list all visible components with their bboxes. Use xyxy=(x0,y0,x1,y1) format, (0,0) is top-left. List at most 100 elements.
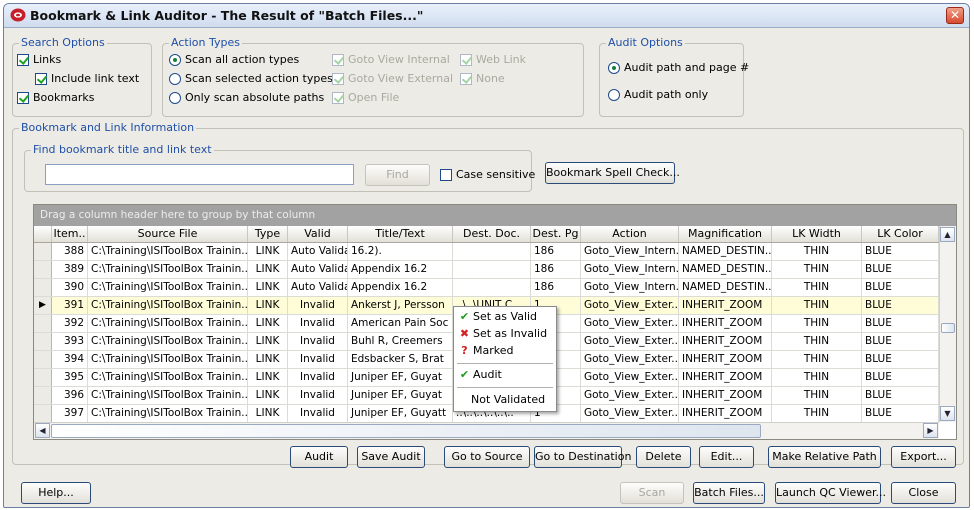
find-button[interactable]: Find xyxy=(365,164,430,186)
column-header[interactable]: Item.. xyxy=(52,226,88,242)
audit-path-only-radio[interactable]: Audit path only xyxy=(608,88,708,101)
help-button[interactable]: Help... xyxy=(21,482,91,504)
cell-action: Goto_View_Exter.. xyxy=(581,297,679,314)
column-header[interactable]: Source File xyxy=(88,226,248,242)
row-indicator-icon xyxy=(34,243,52,260)
cell-title: Appendix 16.2 xyxy=(348,279,453,296)
checkbox-icon xyxy=(440,168,452,181)
row-indicator-icon xyxy=(34,405,52,422)
column-header[interactable]: Type xyxy=(248,226,288,242)
cell-type: LINK xyxy=(248,369,288,386)
column-header[interactable]: Title/Text xyxy=(348,226,453,242)
menu-marked[interactable]: ? Marked xyxy=(458,344,513,357)
menu-not-validated[interactable]: Not Validated xyxy=(471,393,545,406)
goto-view-internal-checkbox[interactable]: Goto View Internal xyxy=(332,53,450,66)
cell-action: Goto_View_Exter.. xyxy=(581,351,679,368)
vertical-scroll-thumb[interactable] xyxy=(941,323,955,333)
bookmarks-checkbox[interactable]: Bookmarks xyxy=(17,91,94,104)
checkmark-icon: ✔ xyxy=(459,368,470,381)
scan-button[interactable]: Scan xyxy=(620,482,684,504)
audit-button[interactable]: Audit xyxy=(290,446,348,468)
close-button[interactable]: Close xyxy=(891,482,956,504)
column-header[interactable]: Dest. Pg xyxy=(531,226,581,242)
cell-mag: INHERIT_ZOOM xyxy=(679,351,772,368)
close-icon[interactable]: ✕ xyxy=(946,7,964,24)
scroll-right-icon[interactable]: ▶ xyxy=(923,423,938,438)
scan-all-radio[interactable]: Scan all action types xyxy=(169,53,299,66)
column-header[interactable]: Action xyxy=(581,226,679,242)
table-row[interactable]: 389 C:\Training\ISIToolBox Trainin.. LINK A… xyxy=(34,261,939,279)
bookmark-link-info-legend: Bookmark and Link Information xyxy=(19,121,197,134)
vertical-scrollbar[interactable]: ▲ ▼ xyxy=(939,226,956,422)
scroll-up-icon[interactable]: ▲ xyxy=(940,227,955,242)
menu-separator xyxy=(457,363,553,364)
cell-mag: NAMED_DESTIN.. xyxy=(679,243,772,260)
auditor-window: Bookmark & Link Auditor - The Result of … xyxy=(3,3,970,508)
cell-action: Goto_View_Intern.. xyxy=(581,261,679,278)
links-checkbox[interactable]: Links xyxy=(17,53,61,66)
table-row[interactable]: 390 C:\Training\ISIToolBox Trainin.. LINK A… xyxy=(34,279,939,297)
web-link-checkbox[interactable]: Web Link xyxy=(460,53,526,66)
cell-title: Edsbacker S, Brat xyxy=(348,351,453,368)
cell-title: American Pain Soc xyxy=(348,315,453,332)
column-header[interactable]: LK Color xyxy=(862,226,939,242)
column-header[interactable]: LK Width xyxy=(772,226,862,242)
cell-width: THIN xyxy=(772,333,862,350)
cell-item: 389 xyxy=(52,261,88,278)
save-audit-button[interactable]: Save Audit xyxy=(357,446,425,468)
menu-set-invalid[interactable]: ✖ Set as Invalid xyxy=(458,327,547,340)
cell-color: BLUE xyxy=(862,315,939,332)
cell-color: BLUE xyxy=(862,351,939,368)
horizontal-scrollbar[interactable]: ◀ ▶ xyxy=(34,422,939,439)
cell-source: C:\Training\ISIToolBox Trainin.. xyxy=(88,243,248,260)
cell-width: THIN xyxy=(772,243,862,260)
batch-files-button[interactable]: Batch Files... xyxy=(693,482,765,504)
none-checkbox[interactable]: None xyxy=(460,72,505,85)
edit-button[interactable]: Edit... xyxy=(699,446,754,468)
open-file-checkbox[interactable]: Open File xyxy=(332,91,399,104)
bookmark-spell-check-button[interactable]: Bookmark Spell Check... xyxy=(545,162,680,184)
cell-dest-pg: 186 xyxy=(531,261,581,278)
find-input[interactable] xyxy=(45,164,354,185)
audit-path-and-page-radio[interactable]: Audit path and page # xyxy=(608,61,749,74)
cell-type: LINK xyxy=(248,405,288,422)
cell-item: 393 xyxy=(52,333,88,350)
checkbox-icon xyxy=(332,72,344,85)
include-link-text-checkbox[interactable]: Include link text xyxy=(35,72,139,85)
cell-valid: Invalid xyxy=(288,351,348,368)
radio-icon xyxy=(608,88,620,101)
go-to-source-button[interactable]: Go to Source xyxy=(444,446,530,468)
case-sensitive-checkbox[interactable]: Case sensitive xyxy=(440,168,535,181)
scroll-down-icon[interactable]: ▼ xyxy=(940,406,955,421)
menu-set-valid[interactable]: ✔ Set as Valid xyxy=(458,310,537,323)
goto-view-external-checkbox[interactable]: Goto View External xyxy=(332,72,453,85)
cell-width: THIN xyxy=(772,261,862,278)
go-to-destination-button[interactable]: Go to Destination xyxy=(534,446,631,468)
horizontal-scroll-thumb[interactable] xyxy=(51,424,761,438)
cell-title: Juniper EF, Guyatt xyxy=(348,405,453,422)
cell-valid: Invalid xyxy=(288,333,348,350)
export-button[interactable]: Export... xyxy=(891,446,956,468)
make-relative-path-button[interactable]: Make Relative Path xyxy=(768,446,881,468)
column-header[interactable]: Valid xyxy=(288,226,348,242)
delete-button[interactable]: Delete xyxy=(636,446,691,468)
scroll-left-icon[interactable]: ◀ xyxy=(35,423,50,438)
menu-audit[interactable]: ✔ Audit xyxy=(458,368,502,381)
scan-selected-radio[interactable]: Scan selected action types xyxy=(169,72,333,85)
cell-action: Goto_View_Exter.. xyxy=(581,405,679,422)
cell-source: C:\Training\ISIToolBox Trainin.. xyxy=(88,261,248,278)
cell-type: LINK xyxy=(248,315,288,332)
column-header[interactable]: Dest. Doc. xyxy=(453,226,531,242)
cell-title: Juniper EF, Guyat xyxy=(348,387,453,404)
menu-separator xyxy=(457,387,553,388)
cell-width: THIN xyxy=(772,351,862,368)
checkmark-icon: ✔ xyxy=(459,310,470,323)
only-absolute-radio[interactable]: Only scan absolute paths xyxy=(169,91,324,104)
cell-action: Goto_View_Exter.. xyxy=(581,333,679,350)
app-logo-icon xyxy=(10,8,26,22)
cell-width: THIN xyxy=(772,315,862,332)
cell-color: BLUE xyxy=(862,387,939,404)
launch-qc-viewer-button[interactable]: Launch QC Viewer... xyxy=(775,482,886,504)
table-row[interactable]: 388 C:\Training\ISIToolBox Trainin.. LINK A… xyxy=(34,243,939,261)
column-header[interactable]: Magnification xyxy=(679,226,772,242)
